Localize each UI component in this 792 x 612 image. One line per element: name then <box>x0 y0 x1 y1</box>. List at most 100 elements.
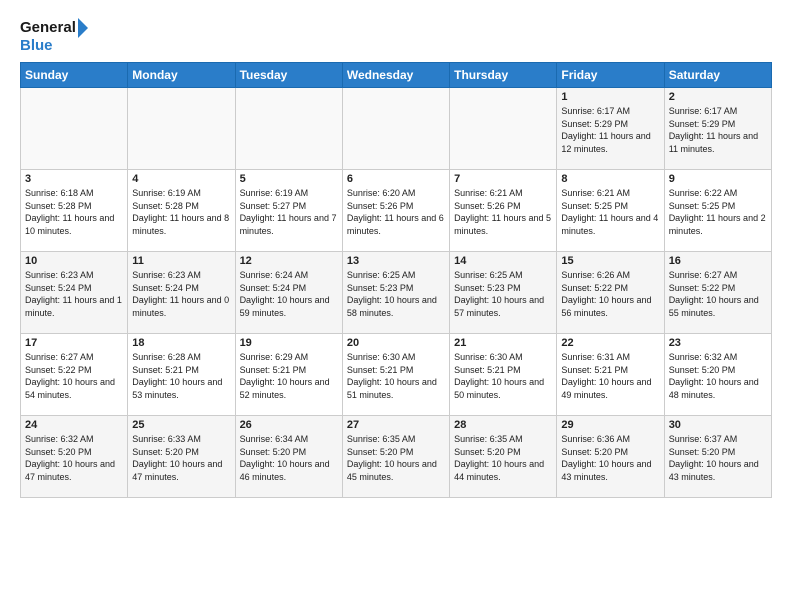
cell-info: Sunrise: 6:31 AM Sunset: 5:21 PM Dayligh… <box>561 351 659 401</box>
day-number: 21 <box>454 337 552 349</box>
week-row-4: 17 Sunrise: 6:27 AM Sunset: 5:22 PM Dayli… <box>21 334 772 416</box>
cell-info: Sunrise: 6:32 AM Sunset: 5:20 PM Dayligh… <box>25 433 123 483</box>
cell-info: Sunrise: 6:27 AM Sunset: 5:22 PM Dayligh… <box>25 351 123 401</box>
week-row-3: 10 Sunrise: 6:23 AM Sunset: 5:24 PM Dayli… <box>21 252 772 334</box>
svg-text:Blue: Blue <box>20 37 53 54</box>
cell-info: Sunrise: 6:34 AM Sunset: 5:20 PM Dayligh… <box>240 433 338 483</box>
calendar-cell: 26 Sunrise: 6:34 AM Sunset: 5:20 PM Dayli… <box>235 416 342 498</box>
calendar-cell: 30 Sunrise: 6:37 AM Sunset: 5:20 PM Dayli… <box>664 416 771 498</box>
calendar-cell <box>235 88 342 170</box>
day-number: 17 <box>25 337 123 349</box>
day-number: 20 <box>347 337 445 349</box>
day-number: 3 <box>25 173 123 185</box>
col-header-friday: Friday <box>557 63 664 88</box>
cell-info: Sunrise: 6:18 AM Sunset: 5:28 PM Dayligh… <box>25 187 123 237</box>
calendar-header-row: SundayMondayTuesdayWednesdayThursdayFrid… <box>21 63 772 88</box>
day-number: 14 <box>454 255 552 267</box>
cell-info: Sunrise: 6:28 AM Sunset: 5:21 PM Dayligh… <box>132 351 230 401</box>
calendar: SundayMondayTuesdayWednesdayThursdayFrid… <box>20 62 772 498</box>
calendar-cell: 29 Sunrise: 6:36 AM Sunset: 5:20 PM Dayli… <box>557 416 664 498</box>
col-header-sunday: Sunday <box>21 63 128 88</box>
day-number: 12 <box>240 255 338 267</box>
calendar-cell: 1Sunrise: 6:17 AM Sunset: 5:29 PM Daylig… <box>557 88 664 170</box>
calendar-cell: 11 Sunrise: 6:23 AM Sunset: 5:24 PM Dayli… <box>128 252 235 334</box>
col-header-tuesday: Tuesday <box>235 63 342 88</box>
cell-info: Sunrise: 6:33 AM Sunset: 5:20 PM Dayligh… <box>132 433 230 483</box>
cell-info: Sunrise: 6:26 AM Sunset: 5:22 PM Dayligh… <box>561 269 659 319</box>
day-number: 13 <box>347 255 445 267</box>
day-number: 18 <box>132 337 230 349</box>
day-number: 4 <box>132 173 230 185</box>
day-number: 22 <box>561 337 659 349</box>
day-number: 5 <box>240 173 338 185</box>
calendar-cell: 13 Sunrise: 6:25 AM Sunset: 5:23 PM Dayli… <box>342 252 449 334</box>
calendar-cell <box>342 88 449 170</box>
cell-info: Sunrise: 6:17 AM Sunset: 5:29 PM Dayligh… <box>561 105 659 155</box>
col-header-saturday: Saturday <box>664 63 771 88</box>
calendar-cell <box>450 88 557 170</box>
day-number: 7 <box>454 173 552 185</box>
cell-info: Sunrise: 6:27 AM Sunset: 5:22 PM Dayligh… <box>669 269 767 319</box>
calendar-cell: 24 Sunrise: 6:32 AM Sunset: 5:20 PM Dayli… <box>21 416 128 498</box>
week-row-5: 24 Sunrise: 6:32 AM Sunset: 5:20 PM Dayli… <box>21 416 772 498</box>
day-number: 16 <box>669 255 767 267</box>
day-number: 24 <box>25 419 123 431</box>
cell-info: Sunrise: 6:22 AM Sunset: 5:25 PM Dayligh… <box>669 187 767 237</box>
cell-info: Sunrise: 6:29 AM Sunset: 5:21 PM Dayligh… <box>240 351 338 401</box>
cell-info: Sunrise: 6:23 AM Sunset: 5:24 PM Dayligh… <box>25 269 123 319</box>
cell-info: Sunrise: 6:17 AM Sunset: 5:29 PM Dayligh… <box>669 105 767 155</box>
calendar-cell: 3 Sunrise: 6:18 AM Sunset: 5:28 PM Daylig… <box>21 170 128 252</box>
calendar-cell: 17 Sunrise: 6:27 AM Sunset: 5:22 PM Dayli… <box>21 334 128 416</box>
cell-info: Sunrise: 6:30 AM Sunset: 5:21 PM Dayligh… <box>454 351 552 401</box>
cell-info: Sunrise: 6:35 AM Sunset: 5:20 PM Dayligh… <box>347 433 445 483</box>
day-number: 8 <box>561 173 659 185</box>
calendar-cell: 20 Sunrise: 6:30 AM Sunset: 5:21 PM Dayli… <box>342 334 449 416</box>
calendar-cell: 2Sunrise: 6:17 AM Sunset: 5:29 PM Daylig… <box>664 88 771 170</box>
cell-info: Sunrise: 6:25 AM Sunset: 5:23 PM Dayligh… <box>347 269 445 319</box>
day-number: 29 <box>561 419 659 431</box>
calendar-cell: 6Sunrise: 6:20 AM Sunset: 5:26 PM Daylig… <box>342 170 449 252</box>
calendar-cell: 4 Sunrise: 6:19 AM Sunset: 5:28 PM Daylig… <box>128 170 235 252</box>
cell-info: Sunrise: 6:37 AM Sunset: 5:20 PM Dayligh… <box>669 433 767 483</box>
day-number: 23 <box>669 337 767 349</box>
cell-info: Sunrise: 6:21 AM Sunset: 5:25 PM Dayligh… <box>561 187 659 237</box>
calendar-cell: 19 Sunrise: 6:29 AM Sunset: 5:21 PM Dayli… <box>235 334 342 416</box>
day-number: 15 <box>561 255 659 267</box>
day-number: 27 <box>347 419 445 431</box>
day-number: 6 <box>347 173 445 185</box>
calendar-cell: 8 Sunrise: 6:21 AM Sunset: 5:25 PM Daylig… <box>557 170 664 252</box>
calendar-cell: 23 Sunrise: 6:32 AM Sunset: 5:20 PM Dayli… <box>664 334 771 416</box>
cell-info: Sunrise: 6:25 AM Sunset: 5:23 PM Dayligh… <box>454 269 552 319</box>
day-number: 30 <box>669 419 767 431</box>
logo-svg: General Blue <box>20 16 90 54</box>
cell-info: Sunrise: 6:32 AM Sunset: 5:20 PM Dayligh… <box>669 351 767 401</box>
calendar-cell: 9Sunrise: 6:22 AM Sunset: 5:25 PM Daylig… <box>664 170 771 252</box>
cell-info: Sunrise: 6:24 AM Sunset: 5:24 PM Dayligh… <box>240 269 338 319</box>
day-number: 26 <box>240 419 338 431</box>
calendar-cell <box>21 88 128 170</box>
cell-info: Sunrise: 6:36 AM Sunset: 5:20 PM Dayligh… <box>561 433 659 483</box>
day-number: 10 <box>25 255 123 267</box>
day-number: 11 <box>132 255 230 267</box>
logo: General Blue <box>20 16 90 54</box>
cell-info: Sunrise: 6:19 AM Sunset: 5:27 PM Dayligh… <box>240 187 338 237</box>
calendar-cell <box>128 88 235 170</box>
cell-info: Sunrise: 6:19 AM Sunset: 5:28 PM Dayligh… <box>132 187 230 237</box>
calendar-cell: 18 Sunrise: 6:28 AM Sunset: 5:21 PM Dayli… <box>128 334 235 416</box>
col-header-thursday: Thursday <box>450 63 557 88</box>
week-row-2: 3 Sunrise: 6:18 AM Sunset: 5:28 PM Daylig… <box>21 170 772 252</box>
col-header-wednesday: Wednesday <box>342 63 449 88</box>
day-number: 19 <box>240 337 338 349</box>
calendar-cell: 21 Sunrise: 6:30 AM Sunset: 5:21 PM Dayli… <box>450 334 557 416</box>
calendar-cell: 25 Sunrise: 6:33 AM Sunset: 5:20 PM Dayli… <box>128 416 235 498</box>
header: General Blue <box>20 16 772 54</box>
calendar-cell: 16 Sunrise: 6:27 AM Sunset: 5:22 PM Dayli… <box>664 252 771 334</box>
calendar-cell: 5 Sunrise: 6:19 AM Sunset: 5:27 PM Daylig… <box>235 170 342 252</box>
cell-info: Sunrise: 6:23 AM Sunset: 5:24 PM Dayligh… <box>132 269 230 319</box>
calendar-cell: 7 Sunrise: 6:21 AM Sunset: 5:26 PM Daylig… <box>450 170 557 252</box>
calendar-cell: 28Sunrise: 6:35 AM Sunset: 5:20 PM Dayli… <box>450 416 557 498</box>
cell-info: Sunrise: 6:30 AM Sunset: 5:21 PM Dayligh… <box>347 351 445 401</box>
day-number: 25 <box>132 419 230 431</box>
calendar-cell: 15 Sunrise: 6:26 AM Sunset: 5:22 PM Dayli… <box>557 252 664 334</box>
cell-info: Sunrise: 6:21 AM Sunset: 5:26 PM Dayligh… <box>454 187 552 237</box>
